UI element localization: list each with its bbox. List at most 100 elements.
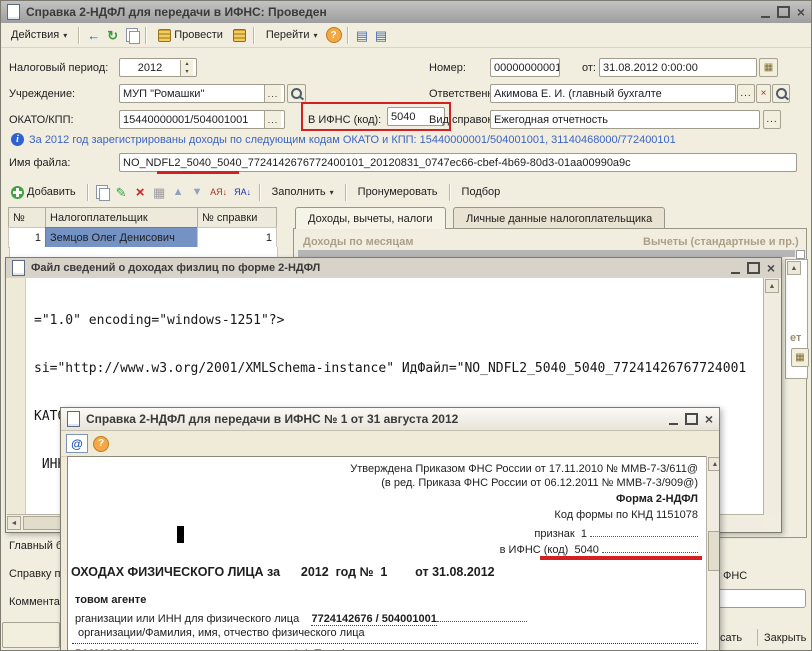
- editor-gutter: [7, 278, 26, 515]
- plus-icon: [11, 185, 24, 199]
- post-and-close-icon[interactable]: ←: [85, 27, 102, 44]
- button-fragment[interactable]: [2, 622, 60, 648]
- calendar-icon: ▦: [763, 62, 774, 73]
- coins-icon: [158, 28, 172, 42]
- calendar-button[interactable]: ▦: [759, 58, 778, 77]
- label-fragment: Коммента: [9, 596, 60, 608]
- spin-down-icon[interactable]: ▾: [180, 67, 193, 76]
- vertical-scrollbar[interactable]: ▲: [763, 278, 780, 515]
- form-sheet: Утверждена Приказом ФНС России от 17.11.…: [67, 456, 707, 650]
- table-row[interactable]: 1 Земцов Олег Денисович 1: [8, 227, 277, 248]
- responsible-input[interactable]: Акимова Е. И. (главный бухгалте: [490, 84, 736, 103]
- ifns-code-label: В ИФНС (код):: [308, 114, 382, 126]
- date-input[interactable]: 31.08.2012 0:00:00: [599, 58, 757, 77]
- calendar-button-fragment[interactable]: ▦: [791, 348, 809, 367]
- scroll-up-icon[interactable]: ▲: [708, 457, 719, 471]
- ellipsis-button[interactable]: ...: [763, 110, 781, 129]
- tax-period-label: Налоговый период:: [9, 62, 109, 74]
- main-titlebar[interactable]: Справка 2-НДФЛ для передачи в ИФНС: Пров…: [1, 1, 811, 23]
- copy-icon[interactable]: [94, 184, 111, 201]
- maximize-icon[interactable]: [746, 262, 760, 274]
- clear-button[interactable]: ×: [756, 84, 771, 103]
- ellipsis-button[interactable]: ...: [737, 84, 755, 103]
- numerate-button[interactable]: Пронумеровать: [352, 181, 444, 203]
- close-icon[interactable]: ×: [797, 5, 805, 19]
- grid-header-strip: [298, 250, 795, 257]
- form-vertical-scrollbar[interactable]: ▲: [706, 456, 719, 650]
- at-icon: @: [71, 436, 83, 451]
- sort-asc-icon[interactable]: АЯ↓: [208, 184, 230, 201]
- kind-input[interactable]: Ежегодная отчетность: [490, 110, 760, 129]
- xml-titlebar[interactable]: Файл сведений о доходах физлиц по форме …: [6, 258, 781, 278]
- chevron-down-icon: ▾: [63, 30, 68, 40]
- main-toolbar: Действия ▾ ← ↻ Провести Перейти ▾ ? ▤ ▤: [1, 23, 811, 48]
- tab-personal-data[interactable]: Личные данные налогоплательщика: [453, 207, 666, 229]
- help-icon[interactable]: ?: [93, 435, 109, 452]
- close-icon[interactable]: ×: [767, 261, 775, 275]
- knd-code-line: Код формы по КНД 1151078: [554, 509, 698, 521]
- document-icon: [12, 260, 25, 276]
- scroll-left-icon[interactable]: ◄: [7, 516, 21, 530]
- bottom-left-value: 5440000001: [75, 648, 136, 650]
- ellipsis-button[interactable]: ...: [264, 85, 281, 102]
- move-down-icon[interactable]: ▼: [189, 184, 206, 201]
- grid-corner: [796, 250, 805, 259]
- edit-pencil-icon[interactable]: ✎: [113, 184, 130, 201]
- info-text: За 2012 год зарегистрированы доходы по с…: [29, 134, 676, 146]
- ellipsis-button[interactable]: ...: [264, 111, 281, 128]
- help-icon[interactable]: ?: [325, 27, 342, 43]
- spin-up-icon[interactable]: ▴: [180, 59, 193, 68]
- form-window-title: Справка 2-НДФЛ для передачи в ИФНС № 1 о…: [86, 412, 459, 426]
- close-icon[interactable]: ×: [705, 412, 713, 426]
- filename-input[interactable]: NO_NDFL2_5040_5040_7724142676772400101_2…: [119, 153, 797, 172]
- minimize-icon[interactable]: [730, 271, 740, 274]
- scroll-up-icon[interactable]: ▲: [765, 279, 779, 293]
- actions-button[interactable]: Действия ▾: [5, 24, 73, 46]
- institution-input[interactable]: МУП "Ромашки" ...: [119, 84, 285, 103]
- undo-post-icon[interactable]: [231, 27, 248, 44]
- form-titlebar[interactable]: Справка 2-НДФЛ для передачи в ИФНС № 1 о…: [61, 408, 719, 431]
- dotted-rule: [72, 643, 698, 644]
- maximize-icon[interactable]: [684, 413, 698, 425]
- okato-input[interactable]: 15440000001/504001001 ...: [119, 110, 285, 129]
- label-fragment: Главный б: [9, 540, 63, 552]
- write-button-partial[interactable]: сать: [720, 632, 742, 644]
- spinner[interactable]: ▴ ▾: [179, 59, 193, 76]
- minimize-icon[interactable]: [668, 422, 678, 425]
- ifns-code-line: в ИФНС (код) 5040: [500, 541, 698, 556]
- name-line: организации/Фамилия, имя, отчество физич…: [78, 627, 365, 639]
- calendar-icon: ▦: [795, 352, 805, 363]
- fill-button[interactable]: Заполнить ▾: [266, 181, 340, 203]
- move-up-icon[interactable]: ▲: [170, 184, 187, 201]
- search-button[interactable]: [287, 84, 306, 103]
- send-email-button[interactable]: @: [66, 434, 88, 453]
- filter-settings-icon[interactable]: ▤: [373, 27, 390, 44]
- number-input[interactable]: 00000000001: [490, 58, 560, 77]
- tab-incomes[interactable]: Доходы, вычеты, налоги: [295, 207, 446, 229]
- refresh-icon[interactable]: ↻: [104, 27, 121, 44]
- pick-button[interactable]: Подбор: [456, 181, 507, 203]
- form-name: Форма 2-НДФЛ: [616, 493, 698, 505]
- close-button[interactable]: Закрыть: [764, 632, 806, 644]
- minimize-icon[interactable]: [760, 15, 770, 18]
- text-cursor: [177, 526, 184, 543]
- post-button[interactable]: Провести: [152, 24, 229, 46]
- list-settings-icon[interactable]: ▤: [354, 27, 371, 44]
- tax-period-input[interactable]: 2012 ▴ ▾: [119, 58, 197, 77]
- clear-icon: ×: [760, 88, 767, 99]
- search-icon: [291, 88, 302, 99]
- add-button[interactable]: Добавить: [5, 181, 82, 203]
- search-button[interactable]: [772, 84, 790, 103]
- save-icon[interactable]: ▦: [151, 184, 168, 201]
- search-icon: [775, 88, 787, 99]
- scroll-up-button[interactable]: ▲: [787, 261, 801, 275]
- copy-new-icon[interactable]: [123, 27, 140, 44]
- sort-desc-icon[interactable]: ЯА↓: [232, 184, 254, 201]
- goto-button[interactable]: Перейти ▾: [260, 24, 324, 46]
- maximize-icon[interactable]: [776, 6, 790, 18]
- scroll-thumb[interactable]: [708, 531, 719, 571]
- screen: Справка 2-НДФЛ для передачи в ИФНС: Пров…: [0, 0, 812, 651]
- command-bar: Добавить ✎ × ▦ ▲ ▼ АЯ↓ ЯА↓ Заполнить ▾ П…: [1, 180, 812, 204]
- document-icon: [67, 411, 80, 427]
- delete-icon[interactable]: ×: [132, 184, 149, 201]
